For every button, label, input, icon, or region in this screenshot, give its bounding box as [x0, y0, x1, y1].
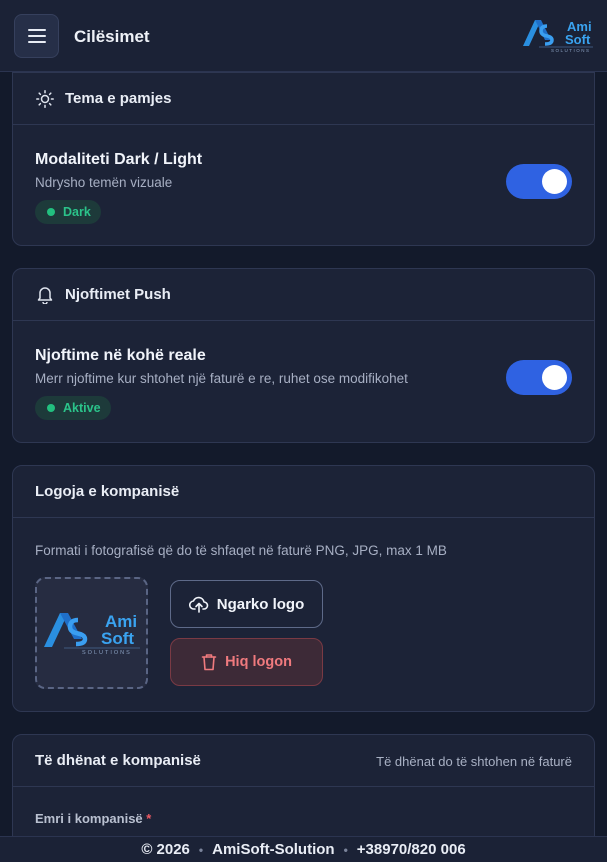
cloud-upload-icon [188, 595, 209, 613]
company-card-title: Të dhënat e kompanisë [35, 752, 201, 769]
toggle-knob [542, 169, 567, 194]
realtime-notifications-title: Njoftime në kohë reale [35, 347, 206, 364]
push-status-label: Aktive [63, 401, 101, 415]
upload-logo-label: Ngarko logo [216, 595, 305, 613]
push-notifications-toggle[interactable] [506, 360, 572, 395]
theme-card-header: Tema e pamjes [13, 73, 594, 125]
page-title: Cilësimet [74, 27, 150, 46]
hamburger-icon [27, 29, 46, 43]
footer-company: AmiSoft-Solution [212, 841, 335, 858]
company-card-header: Të dhënat e kompanisë Të dhënat do të sh… [13, 735, 594, 787]
trash-icon [201, 653, 217, 671]
bell-icon [35, 285, 55, 305]
company-logo[interactable]: Ami Soft SOLUTIONS [521, 16, 595, 54]
svg-text:SOLUTIONS: SOLUTIONS [82, 650, 132, 656]
company-name-label: Emri i kompanisë * [35, 811, 151, 826]
required-mark: * [146, 811, 152, 826]
theme-status-badge: Dark [35, 200, 101, 224]
footer-separator: • [343, 842, 348, 857]
logo-card-header: Logoja e kompanisë [13, 466, 594, 518]
company-logo-card: Logoja e kompanisë Formati i fotografisë… [12, 465, 595, 712]
push-card-header: Njoftimet Push [13, 269, 594, 321]
svg-text:SOLUTIONS: SOLUTIONS [551, 48, 591, 53]
logo-preview[interactable]: Ami Soft SOLUTIONS [35, 577, 148, 689]
dark-mode-title: Modaliteti Dark / Light [35, 151, 203, 168]
status-dot-icon [47, 404, 55, 412]
footer-copyright: © 2026 [141, 841, 190, 858]
dark-mode-toggle[interactable] [506, 164, 572, 199]
toggle-knob [542, 365, 567, 390]
company-name-label-text: Emri i kompanisë [35, 811, 143, 826]
status-dot-icon [47, 208, 55, 216]
footer-phone[interactable]: +38970/820 006 [357, 841, 466, 858]
remove-logo-label: Hiq logon [225, 654, 292, 670]
remove-logo-button[interactable]: Hiq logon [170, 638, 323, 686]
sun-icon [35, 89, 55, 109]
app-footer: © 2026 • AmiSoft-Solution • +38970/820 0… [0, 836, 607, 862]
push-card-title: Njoftimet Push [65, 286, 171, 303]
theme-card: Tema e pamjes Modaliteti Dark / Light Nd… [12, 72, 595, 246]
realtime-notifications-description: Merr njoftime kur shtohet një faturë e r… [35, 371, 408, 386]
svg-text:Soft: Soft [101, 629, 134, 648]
company-card-note: Të dhënat do të shtohen në faturë [376, 754, 572, 769]
theme-card-title: Tema e pamjes [65, 90, 172, 107]
dark-mode-setting: Modaliteti Dark / Light Ndrysho temën vi… [13, 125, 594, 224]
logo-preview-image: Ami Soft SOLUTIONS [43, 612, 140, 656]
menu-button[interactable] [14, 14, 59, 58]
push-status-badge: Aktive [35, 396, 111, 420]
push-notifications-card: Njoftimet Push Njoftime në kohë reale Me… [12, 268, 595, 443]
upload-logo-button[interactable]: Ngarko logo [170, 580, 323, 628]
app-header: Cilësimet Ami Soft SOLUTIONS [0, 0, 607, 72]
svg-text:Soft: Soft [565, 32, 591, 47]
logo-card-title: Logoja e kompanisë [35, 483, 180, 500]
theme-status-label: Dark [63, 205, 91, 219]
logo-format-description: Formati i fotografisë që do të shfaqet n… [35, 543, 447, 558]
footer-separator: • [198, 842, 204, 857]
dark-mode-description: Ndrysho temën vizuale [35, 175, 173, 190]
realtime-notifications-setting: Njoftime në kohë reale Merr njoftime kur… [13, 321, 594, 420]
